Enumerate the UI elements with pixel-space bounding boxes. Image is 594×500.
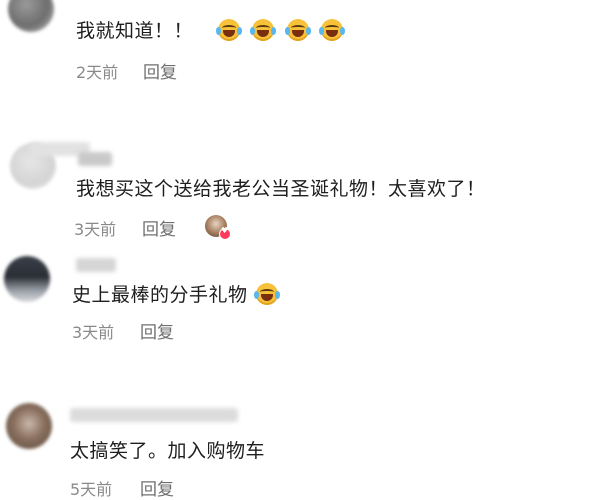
username[interactable] — [70, 408, 238, 422]
reply-button[interactable]: 回复 — [140, 475, 174, 500]
avatar[interactable] — [8, 0, 54, 32]
heart-icon — [219, 226, 231, 240]
comment-timestamp: 3天前 — [74, 220, 117, 239]
username[interactable] — [76, 258, 116, 272]
comment-timestamp: 2天前 — [76, 63, 119, 82]
comment-text: 太搞笑了。加入购物车 — [70, 440, 266, 462]
avatar[interactable] — [4, 256, 50, 302]
username-blur — [78, 152, 112, 166]
laughing-tears-icon — [319, 19, 346, 41]
laughing-tears-icon — [250, 19, 277, 41]
laughing-tears-icon — [215, 19, 242, 41]
comment-timestamp: 3天前 — [72, 323, 115, 342]
reply-button[interactable]: 回复 — [142, 215, 176, 240]
laughing-tears-icon — [284, 19, 311, 41]
comment-text: 我就知道！！ — [76, 16, 346, 43]
comment-timestamp: 5天前 — [70, 480, 113, 499]
comment-text: 我想买这个送给我老公当圣诞礼物！太喜欢了！ — [76, 178, 486, 200]
reply-button[interactable]: 回复 — [140, 318, 174, 343]
avatar[interactable] — [6, 403, 52, 449]
comment-text: 史上最棒的分手礼物 — [72, 280, 281, 307]
reply-button[interactable]: 回复 — [143, 58, 177, 83]
laughing-tears-icon — [254, 283, 281, 305]
